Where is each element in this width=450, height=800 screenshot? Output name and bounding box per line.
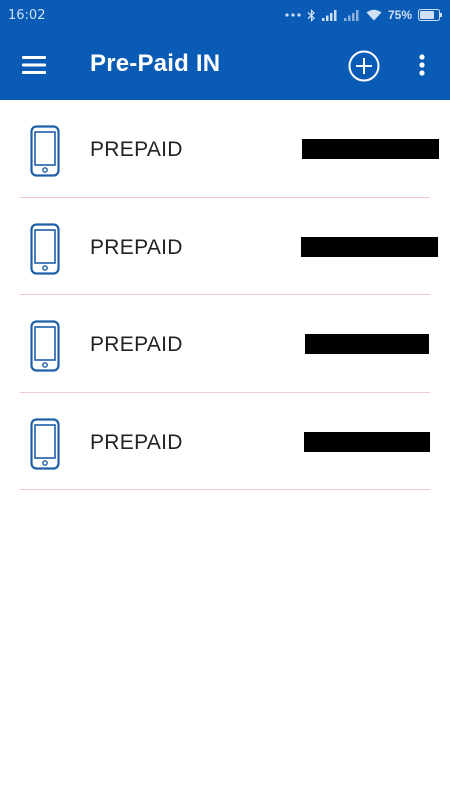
page-title: Pre-Paid IN bbox=[90, 50, 221, 77]
account-list: PREPAID PREPAID PREPAID PREPAID bbox=[0, 100, 450, 490]
dots-icon bbox=[285, 13, 301, 17]
item-label: PREPAID bbox=[90, 430, 183, 454]
list-item[interactable]: PREPAID bbox=[0, 198, 450, 295]
wifi-icon bbox=[366, 9, 382, 21]
item-label: PREPAID bbox=[90, 138, 183, 161]
smartphone-icon bbox=[30, 222, 60, 275]
smartphone-icon bbox=[30, 125, 60, 177]
divider bbox=[20, 489, 430, 490]
add-button[interactable] bbox=[347, 49, 381, 83]
smartphone-icon bbox=[30, 320, 60, 372]
status-bar: 16:02 75% bbox=[0, 0, 450, 30]
app-bar: Pre-Paid IN bbox=[0, 30, 450, 100]
list-item[interactable]: PREPAID bbox=[0, 393, 450, 490]
status-icons: 75% bbox=[285, 8, 442, 22]
add-circle-icon bbox=[348, 50, 380, 82]
item-label: PREPAID bbox=[90, 235, 183, 259]
status-time: 16:02 bbox=[8, 7, 46, 23]
item-label: PREPAID bbox=[90, 333, 183, 356]
more-vert-icon bbox=[419, 54, 425, 76]
redacted-number bbox=[302, 139, 439, 159]
battery-icon bbox=[418, 9, 442, 21]
hamburger-menu-icon bbox=[22, 56, 46, 74]
bluetooth-icon bbox=[307, 8, 315, 22]
signal-icon-2 bbox=[343, 10, 359, 21]
battery-percent: 75% bbox=[387, 8, 412, 22]
signal-icon bbox=[321, 10, 337, 21]
overflow-menu-button[interactable] bbox=[410, 50, 434, 80]
redacted-number bbox=[301, 236, 438, 257]
list-item[interactable]: PREPAID bbox=[0, 295, 450, 393]
redacted-number bbox=[304, 431, 430, 452]
smartphone-icon bbox=[30, 417, 60, 470]
menu-button[interactable] bbox=[18, 51, 52, 79]
redacted-number bbox=[305, 334, 429, 354]
list-item[interactable]: PREPAID bbox=[0, 100, 450, 198]
